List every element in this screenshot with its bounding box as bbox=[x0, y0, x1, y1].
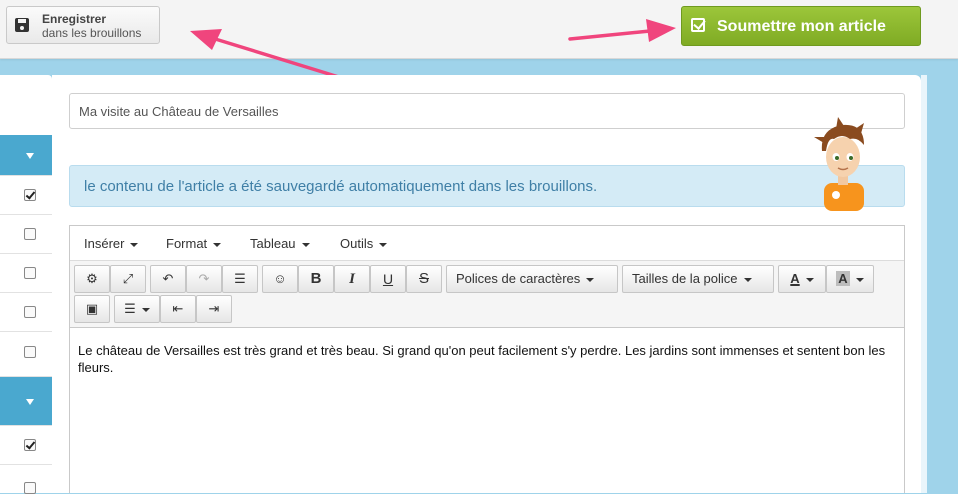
sidebar-checkbox[interactable] bbox=[24, 482, 36, 494]
sidebar-checkbox[interactable] bbox=[24, 189, 36, 201]
panel-edge bbox=[921, 75, 927, 493]
fullscreen-icon: ⤢ bbox=[122, 271, 134, 286]
outdent-button[interactable]: ⇤ bbox=[160, 295, 196, 323]
sidebar-item bbox=[0, 332, 52, 377]
category-sidebar bbox=[0, 75, 52, 494]
fullscreen-button[interactable]: ⤢ bbox=[110, 265, 146, 293]
sidebar-item bbox=[0, 426, 52, 465]
bold-icon: B bbox=[310, 270, 322, 287]
submit-article-button[interactable]: Soumettre mon article bbox=[681, 6, 921, 46]
article-title-input[interactable] bbox=[69, 93, 905, 129]
font-size-dropdown[interactable]: Tailles de la police bbox=[622, 265, 774, 293]
rich-text-editor: Insérer Format Tableau Outils ⚙ ⤢ ↶ ↷ ☰ … bbox=[69, 225, 905, 493]
menu-tools[interactable]: Outils bbox=[340, 236, 388, 251]
align-center-icon: ☰ bbox=[234, 271, 246, 286]
sidebar-item bbox=[0, 176, 52, 215]
background-color-icon: A bbox=[836, 271, 850, 286]
indent-button[interactable]: ⇥ bbox=[196, 295, 232, 323]
caret-down-icon bbox=[141, 307, 150, 312]
insert-image-button[interactable]: ▣ bbox=[74, 295, 110, 323]
background-color-button[interactable]: A bbox=[826, 265, 874, 293]
editor-content[interactable]: Le château de Versailles est très grand … bbox=[78, 342, 896, 376]
sidebar-item bbox=[0, 293, 52, 332]
align-center-button[interactable]: ☰ bbox=[222, 265, 258, 293]
chevron-down-icon bbox=[26, 399, 34, 405]
bold-button[interactable]: B bbox=[298, 265, 334, 293]
submit-article-label: Soumettre mon article bbox=[717, 18, 886, 35]
menu-tools-label: Outils bbox=[340, 236, 374, 251]
caret-down-icon bbox=[743, 277, 752, 282]
sidebar-item bbox=[0, 254, 52, 293]
italic-button[interactable]: I bbox=[334, 265, 370, 293]
indent-icon: ⇥ bbox=[208, 301, 220, 316]
underline-icon: U bbox=[382, 271, 394, 287]
chevron-down-icon bbox=[26, 153, 34, 159]
caret-down-icon bbox=[379, 242, 388, 247]
sidebar-checkbox[interactable] bbox=[24, 267, 36, 279]
menu-format[interactable]: Format bbox=[166, 236, 222, 251]
smiley-icon: ☺ bbox=[273, 271, 287, 286]
article-panel: le contenu de l'article a été sauvegardé… bbox=[52, 75, 921, 493]
menu-insert[interactable]: Insérer bbox=[84, 236, 139, 251]
save-draft-button[interactable]: Enregistrer dans les brouillons bbox=[6, 6, 160, 44]
floppy-disk-icon bbox=[15, 18, 29, 32]
menu-table-label: Tableau bbox=[250, 236, 296, 251]
redo-icon: ↷ bbox=[198, 271, 210, 286]
font-family-dropdown[interactable]: Polices de caractères bbox=[446, 265, 618, 293]
sidebar-checkbox[interactable] bbox=[24, 306, 36, 318]
gear-icon: ⚙ bbox=[86, 271, 98, 286]
sidebar-item bbox=[0, 465, 52, 494]
sidebar-checkbox[interactable] bbox=[24, 439, 36, 451]
numbered-list-button[interactable]: ☰ bbox=[114, 295, 160, 323]
mascot-illustration bbox=[814, 117, 864, 211]
emoticon-button[interactable]: ☺ bbox=[262, 265, 298, 293]
sidebar-section-toggle[interactable] bbox=[0, 135, 52, 176]
text-color-button[interactable]: A bbox=[778, 265, 826, 293]
outdent-icon: ⇤ bbox=[172, 301, 184, 316]
caret-down-icon bbox=[213, 242, 222, 247]
editor-menubar: Insérer Format Tableau Outils bbox=[70, 226, 904, 261]
image-icon: ▣ bbox=[85, 301, 99, 316]
font-family-label: Polices de caractères bbox=[456, 271, 581, 286]
caret-down-icon bbox=[301, 242, 310, 247]
font-size-label: Tailles de la police bbox=[632, 271, 738, 286]
caret-down-icon bbox=[586, 277, 595, 282]
check-square-icon bbox=[691, 18, 705, 32]
menu-format-label: Format bbox=[166, 236, 208, 251]
strikethrough-icon: S bbox=[418, 270, 429, 287]
top-bar: Enregistrer dans les brouillons Soumettr… bbox=[0, 0, 958, 59]
caret-down-icon bbox=[130, 242, 139, 247]
caret-down-icon bbox=[855, 277, 864, 282]
caret-down-icon bbox=[805, 277, 814, 282]
italic-icon: I bbox=[349, 271, 355, 287]
editor-toolbar: ⚙ ⤢ ↶ ↷ ☰ ☺ B I U S Polices de caractère… bbox=[70, 261, 904, 328]
autosave-notice: le contenu de l'article a été sauvegardé… bbox=[69, 165, 905, 207]
undo-button[interactable]: ↶ bbox=[150, 265, 186, 293]
menu-insert-label: Insérer bbox=[84, 236, 125, 251]
save-draft-sublabel: dans les brouillons bbox=[42, 26, 142, 40]
menu-table[interactable]: Tableau bbox=[250, 236, 310, 251]
redo-button[interactable]: ↷ bbox=[186, 265, 222, 293]
settings-button[interactable]: ⚙ bbox=[74, 265, 110, 293]
numbered-list-icon: ☰ bbox=[124, 301, 136, 316]
underline-button[interactable]: U bbox=[370, 265, 406, 293]
text-color-icon: A bbox=[790, 271, 800, 286]
undo-icon: ↶ bbox=[162, 271, 174, 286]
strikethrough-button[interactable]: S bbox=[406, 265, 442, 293]
sidebar-checkbox[interactable] bbox=[24, 346, 36, 358]
sidebar-section-toggle[interactable] bbox=[0, 377, 52, 426]
sidebar-item bbox=[0, 215, 52, 254]
sidebar-checkbox[interactable] bbox=[24, 228, 36, 240]
save-draft-label: Enregistrer bbox=[42, 12, 107, 26]
